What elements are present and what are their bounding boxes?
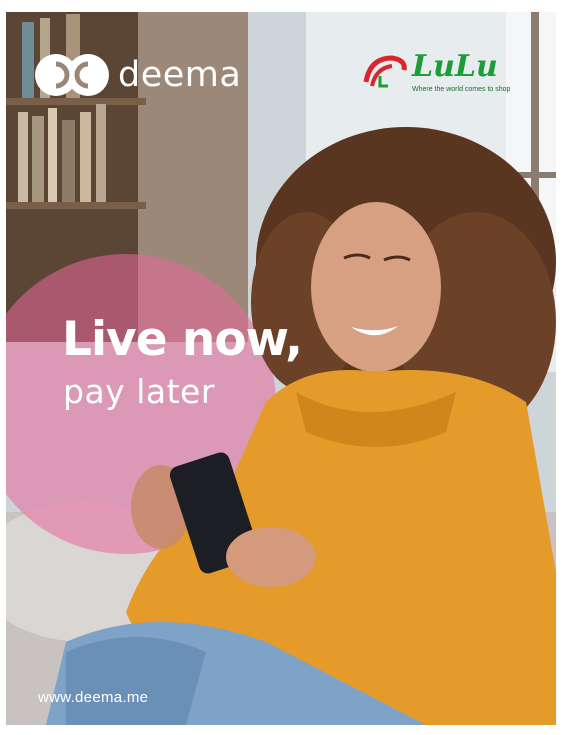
lulu-tagline: Where the world comes to shop	[412, 86, 511, 93]
headline-secondary: pay later	[63, 372, 215, 411]
deema-brand: deema	[34, 52, 241, 98]
deema-wordmark: deema	[118, 54, 242, 95]
lifestyle-photo	[6, 12, 556, 725]
lulu-wordmark: LuLu	[412, 49, 498, 84]
website-url: www.deema.me	[38, 689, 149, 706]
lulu-brand: LuLu Where the world comes to shop	[362, 52, 530, 112]
lulu-logo-icon	[363, 55, 407, 88]
promo-poster: deema LuLu Where the world comes to shop…	[6, 12, 556, 725]
deema-logo-icon	[35, 54, 109, 96]
headline-primary: Live now,	[62, 312, 303, 367]
